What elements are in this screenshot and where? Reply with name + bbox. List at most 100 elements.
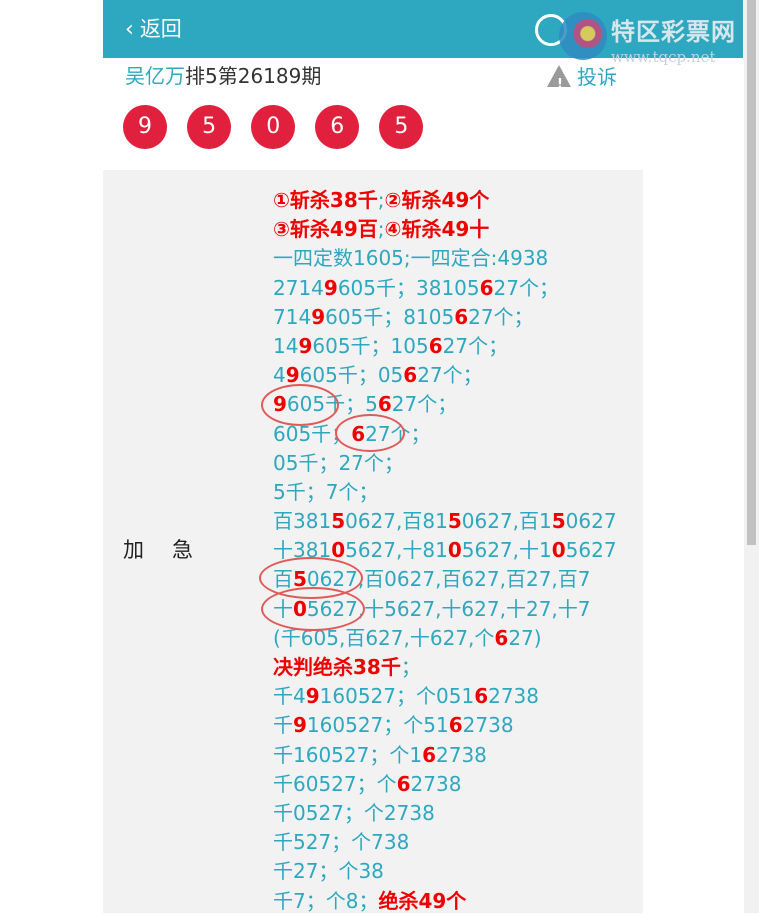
- line-text: 百381: [273, 509, 332, 534]
- line-text: 千: [273, 713, 293, 738]
- highlight-text: 5: [447, 509, 462, 534]
- line-text: 5627: [565, 538, 617, 563]
- line-text: 0627,百81: [345, 509, 448, 534]
- highlight-text: ③斩杀49百: [273, 217, 378, 242]
- line-text: 27个；: [468, 304, 534, 329]
- highlight-text: 5: [331, 509, 346, 534]
- prediction-line: 百38150627,百8150627,百150627: [273, 507, 643, 536]
- prediction-line: 千0527；个2738: [273, 799, 643, 828]
- prediction-line: 149605千；105627个；: [273, 332, 643, 361]
- prediction-card: 加急 ①斩杀38千;②斩杀49个 ③斩杀49百;④斩杀49十 一四定数1605;一四…: [103, 170, 643, 913]
- highlight-text: 6: [377, 392, 392, 417]
- highlight-text: 9: [305, 684, 320, 709]
- highlight-text: 6: [479, 275, 494, 300]
- draw-ball: 5: [187, 105, 232, 149]
- line-text: 27个；: [442, 333, 509, 358]
- highlight-circle: [335, 414, 405, 452]
- highlight-text: 6: [494, 625, 509, 650]
- draw-ball: 5: [379, 105, 424, 149]
- draw-ball: 0: [251, 105, 296, 149]
- line-text: 27个；: [391, 392, 458, 417]
- draw-ball: 6: [315, 105, 360, 149]
- line-text: 千527；个738: [273, 830, 410, 855]
- prediction-line: ①斩杀38千;②斩杀49个: [273, 186, 643, 215]
- post-title: 吴亿万排5第26189期: [125, 62, 321, 90]
- line-text: 千27；个38: [273, 859, 384, 884]
- highlight-text: 9: [311, 304, 326, 329]
- highlight-circle: [261, 384, 339, 426]
- highlight-text: 9: [323, 275, 338, 300]
- line-text: 2738: [436, 742, 487, 767]
- prediction-line: 千527；个738: [273, 828, 643, 857]
- highlight-text: 0: [551, 538, 566, 563]
- line-text: 千7；个8；: [273, 888, 379, 913]
- line-text: 千160527；个1: [273, 742, 423, 767]
- highlight-text: 0: [447, 538, 462, 563]
- prediction-line: 49605千；05627个；: [273, 361, 643, 390]
- prediction-line: 05千；27个；: [273, 449, 643, 478]
- prediction-line: 7149605千；8105627个；: [273, 303, 643, 332]
- scrollbar[interactable]: [744, 0, 759, 913]
- line-text: 605千；8105: [325, 304, 455, 329]
- prediction-content: ①斩杀38千;②斩杀49个 ③斩杀49百;④斩杀49十 一四定数1605;一四定合:…: [273, 186, 643, 916]
- author-link[interactable]: 吴亿万: [125, 64, 185, 88]
- chevron-left-icon: ‹: [125, 17, 134, 42]
- issue-title: 排5第26189期: [185, 64, 322, 88]
- line-text: ;: [377, 188, 385, 212]
- highlight-circle: [261, 587, 365, 631]
- highlight-text: ①斩杀38千: [273, 188, 378, 212]
- site-watermark: 特区彩票网 www.tqcp.net: [559, 6, 749, 66]
- card-label: 加急: [123, 538, 221, 562]
- site-logo-icon: [559, 12, 607, 60]
- line-text: 0627: [565, 509, 617, 534]
- site-name: 特区彩票网: [611, 18, 736, 46]
- highlight-text: ④斩杀49十: [384, 217, 490, 242]
- line-text: 千0527；个2738: [273, 800, 435, 825]
- highlight-text: 5: [551, 509, 566, 534]
- prediction-line: 决判绝杀38千；: [273, 653, 643, 682]
- highlight-text: 绝杀49个: [378, 888, 467, 913]
- line-text: 160527；个051: [319, 684, 475, 709]
- highlight-text: 6: [422, 742, 436, 767]
- highlight-text: 6: [454, 304, 469, 329]
- draw-ball: 9: [123, 105, 167, 149]
- line-text: 27个；: [493, 275, 559, 300]
- highlight-text: 9: [293, 713, 307, 738]
- prediction-line: 千60527；个62738: [273, 770, 643, 799]
- scrollbar-thumb[interactable]: [747, 0, 756, 545]
- line-text: 05千；27个；: [273, 450, 404, 475]
- line-text: ；: [400, 655, 421, 679]
- line-text: 0627,百1: [461, 509, 552, 534]
- line-text: 160527；个51: [306, 713, 449, 738]
- line-text: 714: [273, 304, 312, 329]
- highlight-text: 6: [403, 363, 418, 388]
- line-text: 605千；05: [299, 363, 404, 388]
- line-text: 5627,十1: [461, 538, 552, 563]
- report-button[interactable]: ! 投诉: [547, 62, 617, 92]
- draw-balls: 9 5 0 6 5: [123, 105, 438, 149]
- highlight-text: 6: [428, 333, 443, 358]
- prediction-line: 5千；7个；: [273, 478, 643, 507]
- back-label: 返回: [139, 17, 182, 41]
- line-text: 2738: [488, 684, 540, 709]
- prediction-line: 27149605千；38105627个；: [273, 274, 643, 303]
- line-text: 14: [273, 333, 299, 358]
- highlight-text: 6: [448, 713, 463, 738]
- line-text: 千4: [273, 684, 306, 709]
- prediction-line: 千9160527；个5162738: [273, 711, 643, 740]
- highlight-text: ②斩杀49个: [384, 188, 490, 212]
- line-text: 27个；: [417, 363, 483, 388]
- report-label: 投诉: [577, 65, 617, 89]
- line-text: 605千；105: [312, 333, 429, 358]
- line-text: 5627,十81: [345, 538, 448, 563]
- line-text: 2738: [410, 771, 462, 796]
- line-text: 5千；7个；: [273, 479, 379, 504]
- back-button[interactable]: ‹ 返回: [125, 14, 182, 45]
- line-text: 一四定数1605;一四定合:4938: [273, 246, 549, 271]
- prediction-line: 千7；个8；绝杀49个: [273, 887, 643, 916]
- prediction-line: 千49160527；个05162738: [273, 682, 643, 711]
- highlight-text: 9: [298, 333, 313, 358]
- prediction-line: 千27；个38: [273, 857, 643, 886]
- line-text: ;: [377, 217, 385, 242]
- highlight-text: 决判绝杀38千: [273, 655, 401, 679]
